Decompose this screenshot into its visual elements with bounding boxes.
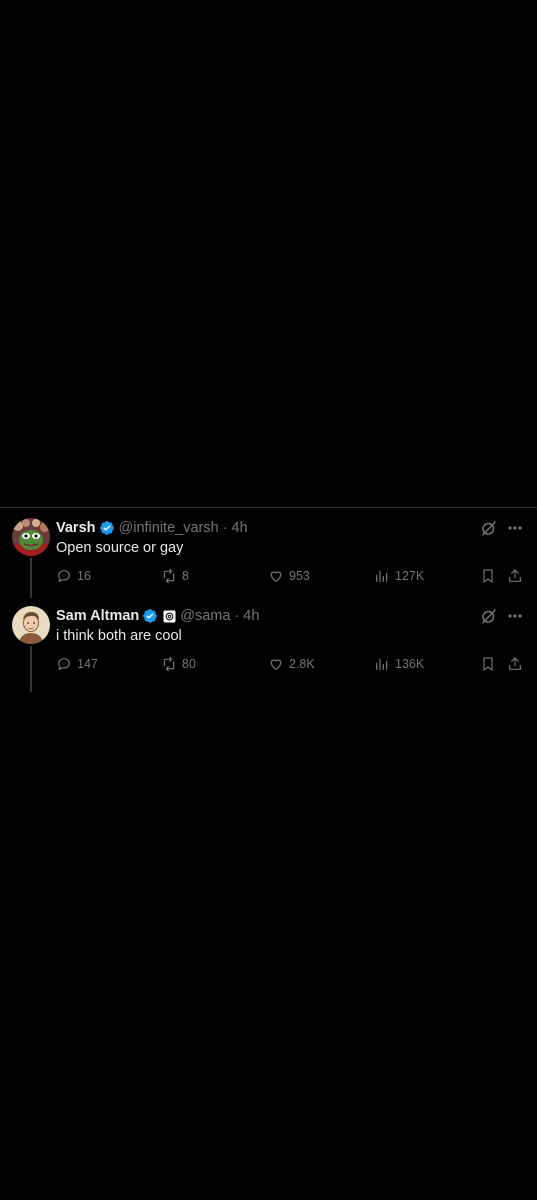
timestamp[interactable]: 4h bbox=[243, 608, 259, 624]
avatar[interactable] bbox=[12, 518, 50, 556]
share-icon bbox=[509, 569, 521, 582]
repost-button[interactable]: 80 bbox=[161, 656, 196, 672]
tweet-actions: 16 8 953 127K bbox=[56, 568, 526, 588]
repost-icon bbox=[163, 568, 175, 584]
separator-dot: · bbox=[234, 608, 240, 624]
like-button[interactable]: 2.8K bbox=[268, 656, 315, 672]
views-icon bbox=[376, 658, 388, 670]
tweet-text: i think both are cool bbox=[56, 628, 182, 644]
bookmark-icon bbox=[483, 569, 493, 583]
separator-dot: · bbox=[222, 520, 228, 536]
handle[interactable]: @infinite_varsh bbox=[119, 520, 219, 536]
thread-line bbox=[30, 646, 32, 692]
display-name[interactable]: Varsh bbox=[56, 520, 96, 536]
display-name[interactable]: Sam Altman bbox=[56, 608, 139, 624]
handle[interactable]: @sama bbox=[180, 608, 230, 624]
tweet-actions: 147 80 2.8K 136K bbox=[56, 656, 526, 676]
reply-icon bbox=[58, 570, 70, 583]
tweet-sama[interactable]: Sam Altman @sama · 4h i think both are c… bbox=[0, 598, 537, 694]
repost-icon bbox=[163, 656, 175, 672]
share-button[interactable] bbox=[507, 568, 523, 584]
verified-badge-icon[interactable] bbox=[99, 520, 115, 536]
tweet-header: Varsh @infinite_varsh · 4h bbox=[56, 518, 248, 538]
openai-affiliate-icon[interactable] bbox=[163, 609, 177, 623]
heart-icon bbox=[270, 659, 282, 670]
more-icon[interactable] bbox=[507, 607, 523, 625]
repost-count: 80 bbox=[182, 657, 196, 671]
avatar[interactable] bbox=[12, 606, 50, 644]
bookmark-button[interactable] bbox=[480, 656, 496, 672]
bookmark-icon bbox=[483, 657, 493, 671]
reply-count: 147 bbox=[77, 657, 98, 671]
views-button[interactable]: 127K bbox=[374, 568, 424, 584]
share-icon bbox=[509, 657, 521, 670]
reply-button[interactable]: 16 bbox=[56, 568, 91, 584]
like-button[interactable]: 953 bbox=[268, 568, 310, 584]
views-count: 127K bbox=[395, 569, 425, 583]
grok-icon[interactable] bbox=[480, 607, 498, 625]
reply-button[interactable]: 147 bbox=[56, 656, 98, 672]
tweet-header: Sam Altman @sama · 4h bbox=[56, 606, 259, 626]
share-button[interactable] bbox=[507, 656, 523, 672]
verified-badge-icon[interactable] bbox=[142, 608, 158, 624]
timestamp[interactable]: 4h bbox=[232, 520, 248, 536]
thread-line bbox=[30, 558, 32, 598]
like-count: 953 bbox=[289, 569, 310, 583]
frog-avatar-icon bbox=[12, 518, 50, 556]
reply-count: 16 bbox=[77, 569, 91, 583]
tweet-text: Open source or gay bbox=[56, 540, 184, 556]
views-button[interactable]: 136K bbox=[374, 656, 424, 672]
views-icon bbox=[376, 570, 388, 582]
repost-count: 8 bbox=[182, 569, 189, 583]
bookmark-button[interactable] bbox=[480, 568, 496, 584]
tweet-varsh[interactable]: Varsh @infinite_varsh · 4h Open source o… bbox=[0, 508, 537, 598]
reply-icon bbox=[58, 658, 70, 671]
grok-icon[interactable] bbox=[480, 519, 498, 537]
like-count: 2.8K bbox=[289, 657, 315, 671]
repost-button[interactable]: 8 bbox=[161, 568, 189, 584]
heart-icon bbox=[270, 571, 282, 582]
person-avatar-icon bbox=[12, 606, 50, 644]
more-icon[interactable] bbox=[507, 519, 523, 537]
views-count: 136K bbox=[395, 657, 425, 671]
